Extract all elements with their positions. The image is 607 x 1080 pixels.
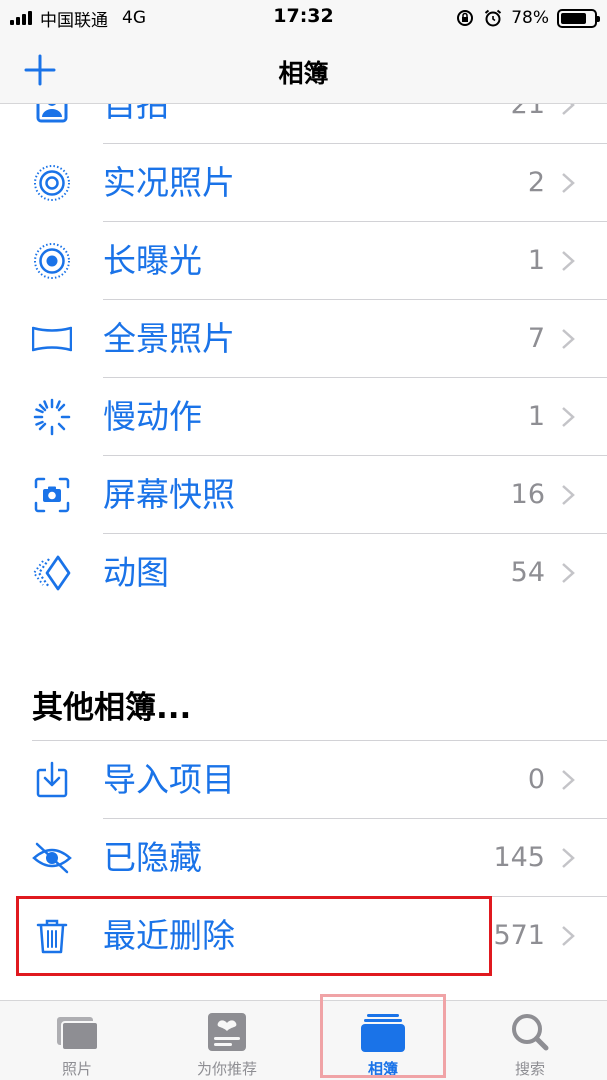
chevron-right-icon <box>562 251 575 271</box>
album-count: 571 <box>493 920 545 951</box>
import-icon <box>36 761 68 798</box>
search-tab-icon <box>512 1014 549 1051</box>
tab-label: 照片 <box>61 1060 92 1078</box>
album-row-slo-mo[interactable]: 慢动作 1 <box>0 378 607 456</box>
album-label: 全景照片 <box>103 319 235 358</box>
album-count: 1 <box>527 401 545 432</box>
album-row-live-photos[interactable]: 实况照片 2 <box>0 144 607 222</box>
alarm-icon <box>485 9 502 27</box>
chevron-right-icon <box>562 485 575 505</box>
chevron-right-icon <box>562 770 575 790</box>
album-count: 16 <box>510 479 545 510</box>
nav-bar: 相簿 <box>0 36 607 104</box>
battery-percent: 78% <box>511 8 549 28</box>
panorama-icon <box>32 326 72 352</box>
long-exposure-icon <box>34 243 70 279</box>
chevron-right-icon <box>562 563 575 583</box>
selfie-icon <box>36 104 68 123</box>
album-label: 已隐藏 <box>103 838 202 877</box>
album-row-selfie[interactable]: 自拍 21 <box>0 104 607 144</box>
chevron-right-icon <box>562 104 575 115</box>
album-row-imports[interactable]: 导入项目 0 <box>0 741 607 819</box>
battery-icon <box>557 8 600 28</box>
album-count: 54 <box>510 557 545 588</box>
highlight-box-recently-deleted <box>16 896 492 976</box>
tab-label: 搜索 <box>514 1060 545 1078</box>
screenshot-icon <box>34 477 70 513</box>
album-count: 145 <box>493 842 545 873</box>
chevron-right-icon <box>562 926 575 946</box>
photos-tab-icon <box>57 1017 99 1051</box>
album-label: 长曝光 <box>103 241 202 280</box>
animated-icon <box>32 555 71 591</box>
live-photo-icon <box>34 165 70 201</box>
chevron-right-icon <box>562 329 575 349</box>
chevron-right-icon <box>562 407 575 427</box>
album-row-animated[interactable]: 动图 54 <box>0 534 607 612</box>
tab-for-you[interactable]: 为你推荐 <box>167 1001 287 1080</box>
chevron-right-icon <box>562 173 575 193</box>
page-title: 相簿 <box>278 59 329 88</box>
album-count: 21 <box>510 104 545 120</box>
album-row-screenshots[interactable]: 屏幕快照 16 <box>0 456 607 534</box>
album-list[interactable]: 自拍 21 实况照片 2 长曝光 1 全景照片 7 慢动作 1 屏幕快照 16 … <box>0 104 607 1000</box>
album-label: 动图 <box>103 553 169 592</box>
hidden-eye-icon <box>32 842 72 874</box>
for-you-tab-icon <box>208 1013 246 1051</box>
section-title-other-albums: 其他相簿... <box>32 690 192 726</box>
battery-fill <box>561 12 586 24</box>
status-right: 78% <box>455 6 600 30</box>
album-row-long-exposure[interactable]: 长曝光 1 <box>0 222 607 300</box>
status-bar: 中国联通 4G 17:32 78% <box>0 0 607 36</box>
album-label: 屏幕快照 <box>103 475 235 514</box>
tab-label: 为你推荐 <box>196 1060 257 1078</box>
album-count: 0 <box>527 764 545 795</box>
album-label: 导入项目 <box>103 760 235 799</box>
slo-mo-icon <box>33 398 71 436</box>
chevron-right-icon <box>562 848 575 868</box>
tab-photos[interactable]: 照片 <box>17 1001 137 1080</box>
album-count: 7 <box>527 323 545 354</box>
album-label: 慢动作 <box>103 397 202 436</box>
highlight-box-albums-tab <box>320 994 446 1078</box>
tab-search[interactable]: 搜索 <box>470 1001 590 1080</box>
album-label: 自拍 <box>103 104 169 124</box>
album-row-panorama[interactable]: 全景照片 7 <box>0 300 607 378</box>
album-row-hidden[interactable]: 已隐藏 145 <box>0 819 607 897</box>
album-count: 1 <box>527 245 545 276</box>
orientation-lock-icon <box>457 10 474 26</box>
album-count: 2 <box>527 167 545 198</box>
album-label: 实况照片 <box>103 163 235 202</box>
tab-bar: 照片 为你推荐 相簿 搜索 <box>0 1000 607 1080</box>
